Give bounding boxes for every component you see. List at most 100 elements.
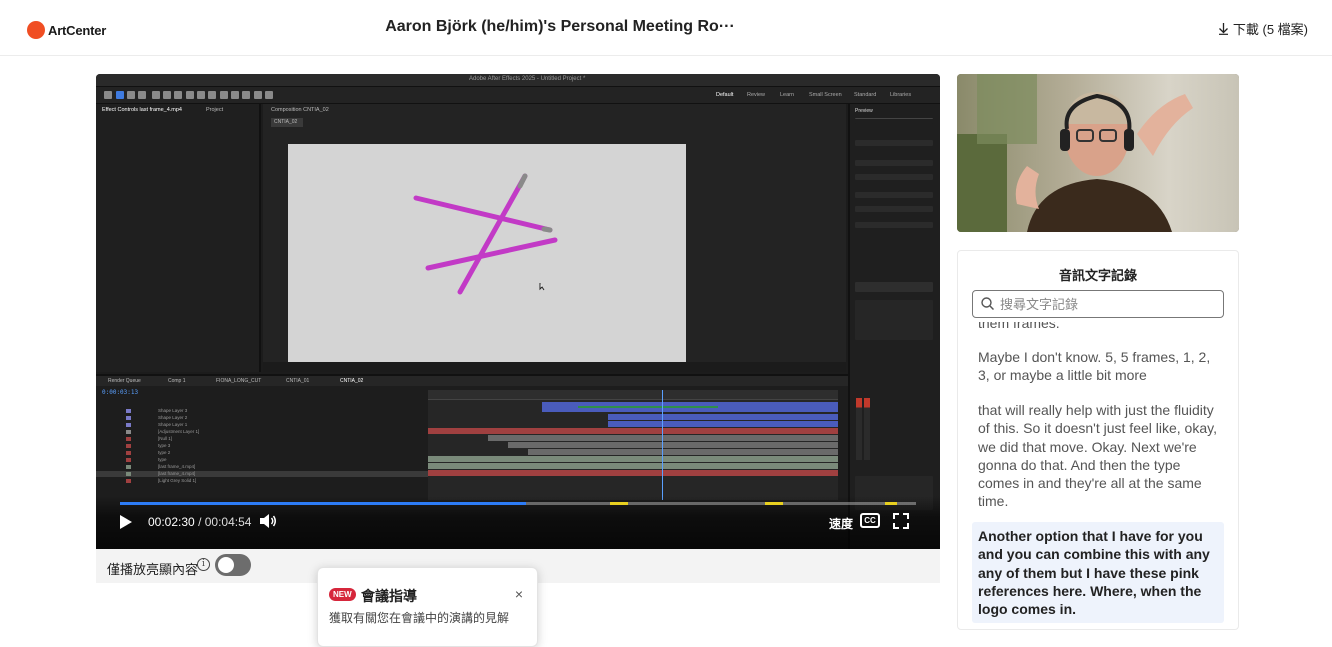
timeline-tracks	[428, 390, 838, 500]
project-tab: Project	[206, 107, 224, 113]
time-ruler	[428, 390, 838, 400]
shape-tool-icon	[186, 91, 194, 99]
workspace-default: Default	[716, 92, 734, 98]
layer-list: Shape Layer 3 Shape Layer 2 Shape Layer 1 […	[96, 408, 428, 498]
transcript-panel: 音訊文字記錄 them frames. Maybe I don't know. …	[957, 250, 1239, 630]
transcript-segment[interactable]: them frames.	[972, 322, 1224, 332]
speaker-portrait	[957, 74, 1239, 232]
toggle-knob	[218, 557, 234, 573]
layer-color-swatch	[126, 416, 131, 420]
home-tool-icon	[104, 91, 112, 99]
composition-footer	[263, 362, 846, 372]
transcript-segment[interactable]: Maybe I don't know. 5, 5 frames, 1, 2, 3…	[972, 348, 1224, 385]
download-button[interactable]: 下載 (5 檔案)	[1218, 19, 1308, 38]
layer-name: type 2	[158, 450, 171, 455]
popover-title: 會議指導	[361, 588, 417, 604]
close-icon[interactable]: ×	[515, 586, 523, 602]
selection-tool-icon	[116, 91, 124, 99]
timeline-layer-row: [Null 1]	[96, 436, 428, 442]
fullscreen-icon[interactable]	[893, 513, 909, 529]
app-toolbar: Default Review Learn Small Screen Standa…	[96, 87, 940, 104]
transcript-list: them frames. Maybe I don't know. 5, 5 fr…	[972, 322, 1226, 629]
timeline-layer-row: [Adjustment Layer 1]	[96, 429, 428, 435]
camera-tool-icon	[163, 91, 171, 99]
timeline-tab-fiona: FIONA_LONG_CUT	[216, 378, 262, 384]
progress-bar[interactable]	[120, 502, 916, 505]
transcript-segment-active[interactable]: Another option that I have for you and y…	[972, 522, 1224, 624]
captions-button[interactable]: CC	[860, 513, 880, 528]
timeline-layer-row: type 2	[96, 450, 428, 456]
layer-name: Shape Layer 2	[158, 415, 188, 420]
layer-color-swatch	[126, 465, 131, 469]
artcenter-logo[interactable]: ArtCenter	[27, 21, 106, 39]
download-label: 下載 (5 檔案)	[1232, 22, 1308, 37]
timeline-layer-row: Shape Layer 2	[96, 415, 428, 421]
layer-color-swatch	[126, 458, 131, 462]
speaker-video[interactable]	[957, 74, 1239, 232]
brush-tool-icon	[220, 91, 228, 99]
transcript-heading: 音訊文字記錄	[1058, 268, 1137, 283]
transcript-segment[interactable]: that will really help with just the flui…	[972, 401, 1224, 511]
workspace-review: Review	[747, 92, 766, 98]
composition-tab: Composition CNTIA_02	[271, 107, 329, 113]
timeline-tab-cntia-01: CNTIA_01	[286, 378, 310, 384]
app-title-bar: Adobe After Effects 2025 - Untitled Proj…	[96, 74, 940, 87]
layer-color-swatch	[126, 451, 131, 455]
workspace-small-screen: Small Screen	[809, 92, 842, 98]
logo-mark-icon	[27, 21, 45, 39]
layer-color-swatch	[126, 430, 131, 434]
composition-panel: Composition CNTIA_02 CNTIA_02	[263, 104, 846, 372]
video-frame[interactable]: Adobe After Effects 2025 - Untitled Proj…	[96, 74, 940, 549]
workspace-libraries: Libraries	[890, 92, 912, 98]
layer-color-swatch	[126, 472, 131, 476]
preview-properties-panel: Preview	[848, 104, 940, 549]
layer-color-swatch	[126, 479, 131, 483]
workspace-standard: Standard	[854, 92, 877, 98]
puppet-tool-icon	[265, 91, 273, 99]
layer-name: Shape Layer 1	[158, 422, 188, 427]
current-time: 00:02:30	[148, 515, 195, 529]
workspace-learn: Learn	[780, 92, 795, 98]
meeting-coach-popover: NEW 會議指導 × 獲取有關您在會議中的演講的見解	[317, 567, 538, 647]
logo-text: ArtCenter	[48, 22, 107, 38]
layer-name: Shape Layer 3	[158, 408, 188, 413]
stamp-tool-icon	[231, 91, 239, 99]
layer-color-swatch	[126, 444, 131, 448]
search-input[interactable]	[1000, 295, 1215, 313]
effect-controls-panel: Effect Controls last frame_4.mp4 Project	[96, 104, 261, 372]
timeline-layer-row: Shape Layer 1	[96, 422, 428, 428]
effect-controls-tab: Effect Controls last frame_4.mp4	[102, 107, 182, 113]
layer-name: [last frame_4.mp4]	[158, 471, 196, 476]
layer-name: [Adjustment Layer 1]	[158, 429, 200, 434]
timeline-timecode: 0:00:03:13	[102, 389, 139, 396]
rotate-tool-icon	[152, 91, 160, 99]
roto-tool-icon	[254, 91, 262, 99]
search-icon	[981, 297, 994, 310]
volume-icon[interactable]	[259, 513, 277, 529]
timeline-layer-row: [last frame_4.mp4]	[96, 464, 428, 470]
composition-canvas	[288, 144, 686, 363]
magenta-strokes-artwork	[413, 173, 558, 295]
player-controls: 00:02:30 / 00:04:54 速度 CC	[96, 496, 940, 549]
timeline-tabs: Render Queue Comp 1 FIONA_LONG_CUT CNTIA…	[96, 376, 848, 386]
layer-name: type	[158, 457, 167, 462]
new-badge: NEW	[329, 588, 356, 601]
pan-tool-icon	[174, 91, 182, 99]
highlights-label: 僅播放亮顯內容	[107, 562, 199, 577]
timeline-tab-cntia-02: CNTIA_02	[340, 378, 364, 384]
speed-button[interactable]: 速度	[829, 515, 853, 532]
info-icon[interactable]: i	[197, 558, 210, 571]
highlights-toggle[interactable]	[215, 554, 251, 576]
timeline-playhead	[662, 390, 663, 500]
play-button[interactable]	[118, 514, 134, 530]
layer-color-swatch	[126, 409, 131, 413]
download-icon	[1218, 22, 1228, 35]
timeline-layer-row: Shape Layer 3	[96, 408, 428, 414]
layer-name: type 3	[158, 443, 171, 448]
total-time: 00:04:54	[204, 515, 252, 529]
layer-color-swatch	[126, 423, 131, 427]
popover-body: 獲取有關您在會議中的演講的見解	[329, 611, 510, 625]
app-window-title: Adobe After Effects 2025 - Untitled Proj…	[469, 76, 586, 82]
top-bar: ArtCenter Aaron Björk (he/him)'s Persona…	[0, 0, 1332, 56]
eraser-tool-icon	[242, 91, 250, 99]
